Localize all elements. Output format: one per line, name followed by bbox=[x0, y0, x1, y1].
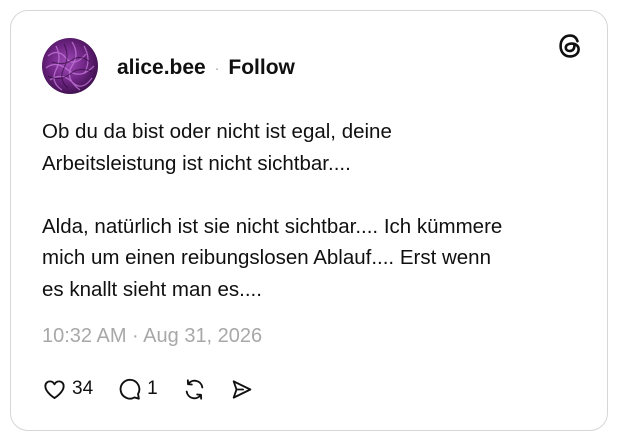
repost-icon bbox=[185, 378, 203, 400]
avatar[interactable] bbox=[42, 38, 98, 94]
like-button[interactable]: 34 bbox=[42, 377, 93, 402]
send-icon bbox=[232, 379, 252, 399]
post-line: es knallt sieht man es.... bbox=[42, 277, 262, 301]
share-button[interactable] bbox=[229, 377, 254, 402]
username[interactable]: alice.bee bbox=[117, 56, 206, 80]
post-header: alice.bee · Follow bbox=[117, 54, 295, 82]
comment-bubble-icon bbox=[119, 378, 141, 400]
reply-count: 1 bbox=[147, 378, 158, 399]
follow-button[interactable]: Follow bbox=[228, 56, 295, 80]
post-line: Alda, natürlich ist sie nicht sichtbar..… bbox=[42, 214, 503, 238]
post-line: Ob du da bist oder nicht ist egal, deine bbox=[42, 120, 392, 143]
post-paragraph: Alda, natürlich ist sie nicht sichtbar..… bbox=[42, 211, 582, 306]
post-card: alice.bee · Follow Ob du da bist oder ni… bbox=[10, 10, 608, 431]
post-line: Arbeitsleistung ist nicht sichtbar.... bbox=[42, 151, 351, 175]
repost-button[interactable] bbox=[182, 377, 207, 402]
reply-button[interactable]: 1 bbox=[117, 377, 158, 402]
post-body: Ob du da bist oder nicht ist egal, deine… bbox=[42, 116, 582, 305]
post-line: mich um einen reibungslosen Ablauf.... E… bbox=[42, 246, 491, 269]
avatar-image bbox=[42, 38, 98, 94]
separator-dot: · bbox=[214, 60, 220, 76]
like-count: 34 bbox=[72, 378, 94, 399]
post-paragraph: Ob du da bist oder nicht ist egal, deine… bbox=[42, 116, 582, 179]
post-timestamp[interactable]: 10:32 AM · Aug 31, 2026 bbox=[42, 325, 262, 348]
heart-icon bbox=[44, 379, 65, 399]
action-bar: 34 1 bbox=[42, 375, 254, 403]
threads-logo-icon[interactable] bbox=[555, 31, 585, 61]
